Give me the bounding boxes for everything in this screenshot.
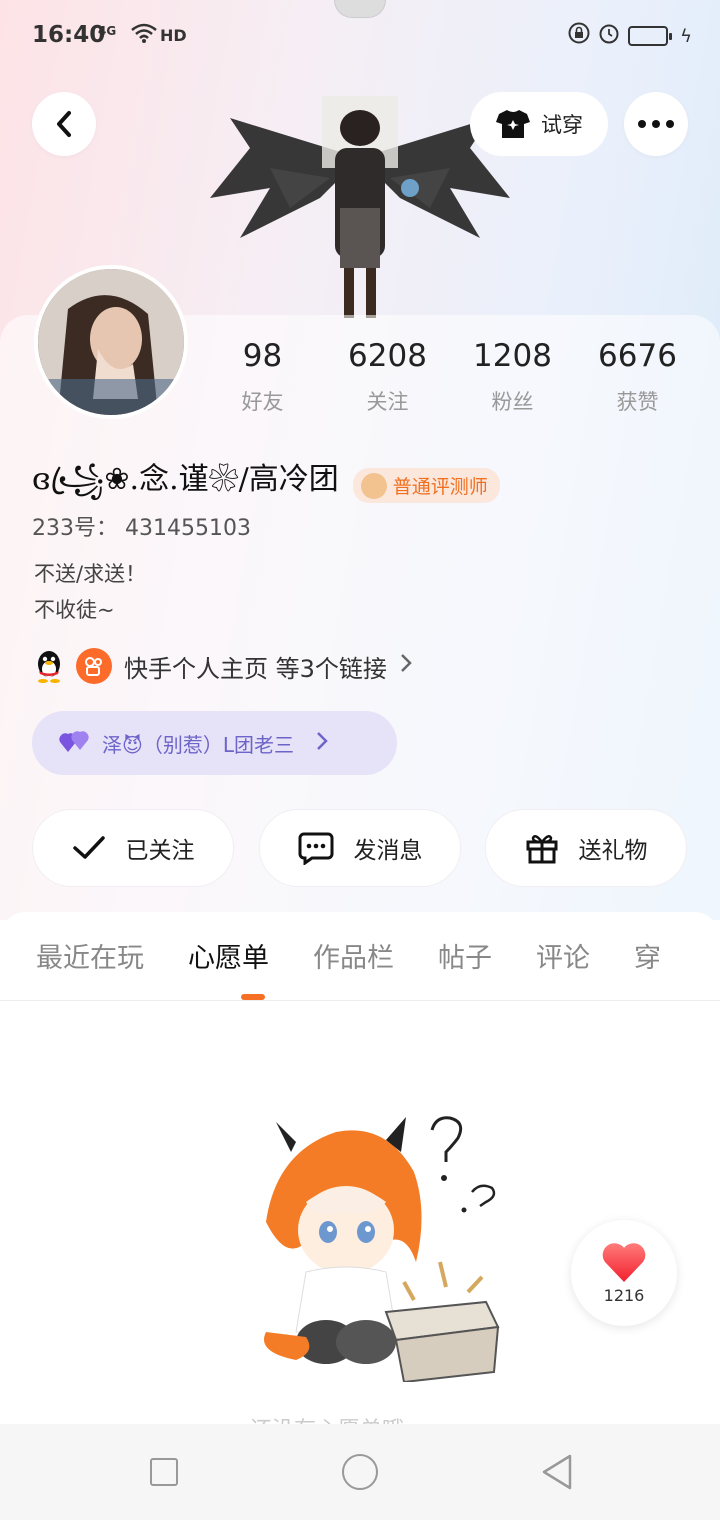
content-panel: 最近在玩 心愿单 作品栏 帖子 评论 穿: [0, 912, 720, 1443]
tab-comments[interactable]: 评论: [536, 936, 590, 975]
stat-likes[interactable]: 6676 获赞: [575, 338, 700, 416]
profile-tabs: 最近在玩 心愿单 作品栏 帖子 评论 穿: [36, 936, 705, 975]
links-text: 快手个人主页 等3个链接: [124, 654, 387, 683]
like-count: 1216: [603, 1285, 645, 1305]
cp-relation-pill[interactable]: 泽😈（别惹）L团老三: [32, 711, 397, 775]
triangle-back-icon: [542, 1454, 572, 1490]
tab-outfits[interactable]: 穿: [634, 936, 661, 975]
send-gift-button[interactable]: 送礼物: [485, 809, 687, 887]
reviewer-badge-label: 普通评测师: [392, 476, 488, 498]
chevron-right-icon: [316, 731, 328, 756]
reviewer-badge[interactable]: 普通评测师: [352, 468, 500, 503]
chevron-left-icon: [57, 111, 71, 137]
send-gift-label: 送礼物: [578, 838, 648, 864]
chevron-right-icon: [399, 652, 413, 680]
system-back-button[interactable]: [540, 1452, 574, 1496]
shirt-icon: [496, 110, 530, 138]
hd-label: HD: [160, 26, 187, 45]
battery-icon: [628, 26, 673, 46]
username-row: ɞ꧁ꦿ❀.念.谨❀/高冷团 普通评测师: [32, 454, 500, 517]
try-on-label: 试穿: [541, 113, 583, 137]
avatar-3d-figure: [210, 88, 510, 318]
network-type: 4G: [98, 24, 117, 38]
tab-recently-played[interactable]: 最近在玩: [36, 936, 144, 975]
more-button[interactable]: [624, 92, 688, 156]
stat-label: 好友: [241, 390, 284, 414]
stat-value: 6676: [598, 338, 677, 374]
qq-penguin-icon: [34, 649, 64, 683]
cp-text: 泽😈（别惹）L团老三: [102, 732, 294, 757]
tab-posts[interactable]: 帖子: [438, 936, 492, 975]
heart-icon: [602, 1242, 646, 1282]
charging-icon: ϟ: [680, 25, 692, 47]
bio-line: 不收徒~: [34, 598, 115, 622]
tab-wishlist[interactable]: 心愿单: [188, 936, 269, 975]
username: ɞ꧁ꦿ❀.念.谨❀/高冷团: [32, 462, 339, 497]
bio-line: 不送/求送！: [34, 562, 147, 586]
home-button[interactable]: [342, 1454, 378, 1490]
chat-bubble-icon: [298, 832, 333, 865]
send-message-label: 发消息: [353, 838, 423, 864]
stat-label: 获赞: [616, 390, 659, 414]
stat-label: 粉丝: [491, 390, 534, 414]
check-icon: [72, 836, 105, 859]
stat-label: 关注: [366, 390, 409, 414]
status-bar: 16:40 4G HD ϟ: [0, 0, 720, 72]
lock-icon: [568, 22, 590, 50]
wifi-icon: [130, 22, 158, 49]
recent-apps-button[interactable]: [150, 1458, 178, 1486]
gift-icon: [526, 834, 557, 864]
stat-value: 6208: [348, 338, 427, 374]
system-nav-bar: [0, 1424, 720, 1520]
empty-state-illustration: [236, 1112, 516, 1384]
double-heart-icon: [58, 728, 92, 759]
bio: 不送/求送！ 不收徒~: [34, 556, 146, 628]
followed-button[interactable]: 已关注: [32, 809, 234, 887]
reviewer-badge-icon: [360, 472, 387, 499]
external-links[interactable]: 快手个人主页 等3个链接: [34, 648, 413, 684]
alarm-icon: [598, 22, 620, 50]
back-button[interactable]: [32, 92, 96, 156]
stat-friends[interactable]: 98 好友: [200, 338, 325, 416]
more-dots-icon: [638, 120, 674, 128]
stat-value: 1208: [473, 338, 552, 374]
avatar[interactable]: [34, 265, 188, 419]
status-time: 16:40: [32, 22, 106, 48]
tab-works[interactable]: 作品栏: [313, 936, 394, 975]
followed-label: 已关注: [125, 838, 195, 864]
tabs-divider: [0, 1000, 720, 1001]
profile-stats: 98 好友 6208 关注 1208 粉丝 6676 获赞: [200, 338, 700, 416]
try-on-button[interactable]: 试穿: [470, 92, 608, 156]
user-id: 233号： 431455103: [32, 516, 251, 541]
like-float-button[interactable]: 1216: [571, 1220, 677, 1326]
stat-value: 98: [242, 338, 283, 374]
send-message-button[interactable]: 发消息: [259, 809, 461, 887]
stat-followers[interactable]: 1208 粉丝: [450, 338, 575, 416]
stat-following[interactable]: 6208 关注: [325, 338, 450, 416]
kuaishou-icon: [76, 648, 112, 684]
